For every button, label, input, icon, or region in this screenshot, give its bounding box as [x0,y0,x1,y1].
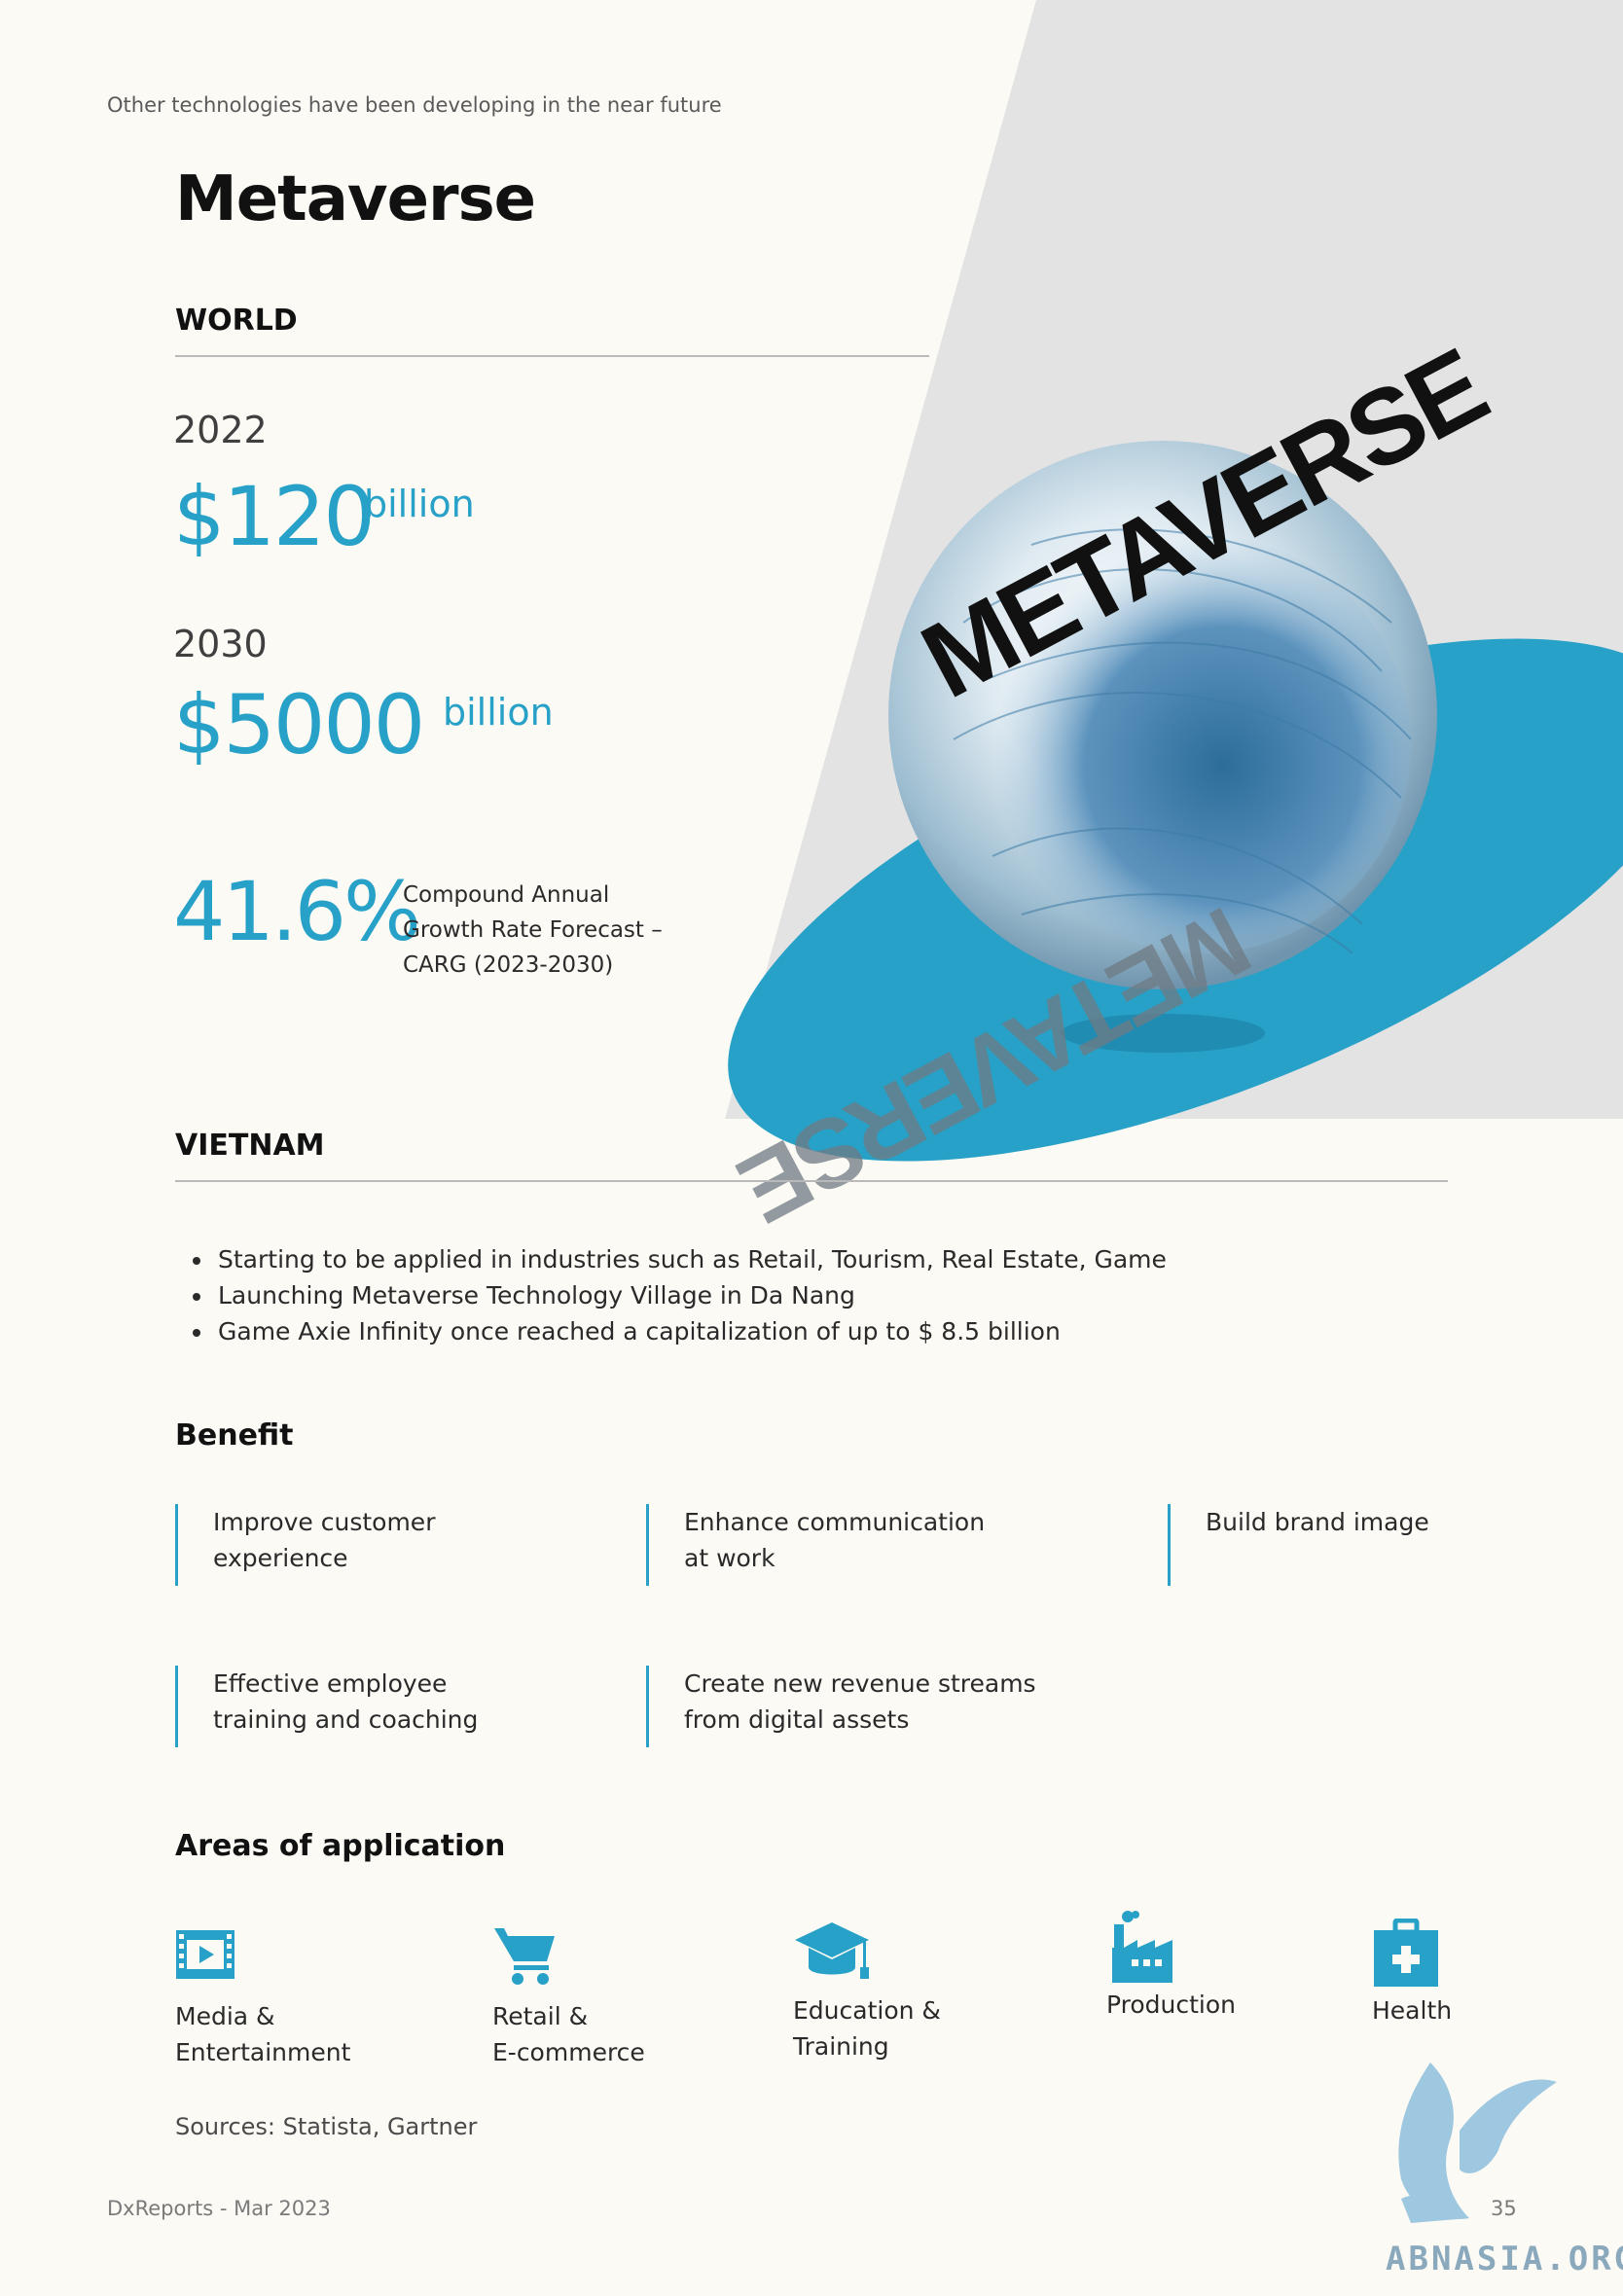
benefit-line: Create new revenue streams [684,1669,1036,1698]
benefit-line: experience [213,1544,348,1572]
area-education: Education & Training [793,1919,941,2064]
benefit-item: Enhance communication at work [646,1504,1093,1586]
benefit-heading: Benefit [175,1418,294,1453]
areas-heading: Areas of application [175,1829,506,1863]
area-label: Health [1372,1996,1453,2025]
benefit-line: Improve customer [213,1508,436,1536]
footer-report-date: DxReports - Mar 2023 [107,2197,331,2220]
stat-2022-year: 2022 [173,409,268,451]
cagr-value: 41.6% [173,864,421,959]
watermark-text: ABNASIA.ORG [1386,2240,1623,2278]
page-title: Metaverse [175,163,536,235]
area-media: Media & Entertainment [175,1924,350,2070]
vietnam-heading: VIETNAM [175,1129,325,1163]
griffin-watermark-icon [1398,2063,1557,2223]
cagr-description: Compound Annual Growth Rate Forecast – C… [403,882,663,978]
vietnam-bullets: Starting to be applied in industries suc… [167,1241,1479,1349]
shopping-cart-icon [494,1928,555,1985]
stat-2030-value: $5000 [173,677,425,772]
benefit-line: at work [684,1544,775,1572]
factory-icon [1112,1911,1172,1983]
area-label: Training [793,2032,889,2061]
benefit-item: Build brand image [1168,1504,1614,1586]
stat-2022-value: $120 [173,469,376,564]
area-label: Retail & [492,2002,589,2030]
page-kicker: Other technologies have been developing … [107,93,722,117]
vietnam-bullet: Launching Metaverse Technology Village i… [214,1277,1479,1313]
stat-2030-year: 2030 [173,623,268,665]
area-label: Media & [175,2002,275,2030]
benefit-line: training and coaching [213,1705,479,1734]
medical-kit-icon [1374,1918,1438,1987]
benefit-line: from digital assets [684,1705,910,1734]
area-label: Education & [793,1996,941,2025]
film-icon [176,1930,234,1979]
vietnam-bullet: Starting to be applied in industries suc… [214,1241,1479,1277]
benefit-line: Enhance communication [684,1508,986,1536]
area-label: Entertainment [175,2038,351,2066]
stat-2030-unit: billion [443,691,554,734]
benefit-line: Effective employee [213,1669,448,1698]
graduation-cap-icon [795,1922,869,1979]
benefit-item: Create new revenue streams from digital … [646,1666,1093,1747]
area-production: Production [1106,1909,1236,2023]
vietnam-bullet: Game Axie Infinity once reached a capita… [214,1313,1479,1349]
world-heading: WORLD [175,304,298,338]
sources-note: Sources: Statista, Gartner [175,2113,478,2140]
benefit-item: Effective employee training and coaching [175,1666,622,1747]
world-divider [175,355,929,357]
area-health: Health [1372,1918,1453,2028]
area-label: Production [1106,1991,1237,2019]
area-label: E-commerce [492,2038,645,2066]
vietnam-divider [175,1180,1448,1182]
stat-2022-unit: billion [364,483,475,525]
benefit-line: Build brand image [1206,1508,1429,1536]
benefit-item: Improve customer experience [175,1504,622,1586]
area-retail: Retail & E-commerce [492,1924,645,2070]
